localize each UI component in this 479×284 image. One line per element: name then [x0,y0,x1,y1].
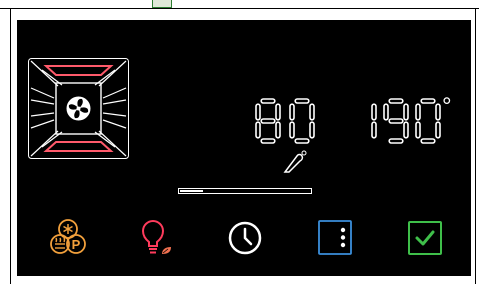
clock-icon [228,221,262,255]
right-border [475,8,476,284]
fan-heating-mode-icon [28,58,129,159]
fan-grill-pizza-functions-icon: P [50,219,86,254]
digit-segment [260,118,276,124]
digit-segment [371,103,377,121]
oven-control-panel: 80 190 ° [17,20,471,276]
digit-segment [275,121,281,139]
current-temperature-display [255,98,315,144]
digit-segment [309,103,315,121]
digit-segment [435,103,441,121]
digit-segment [403,121,409,139]
oven-mode-display[interactable] [28,58,129,159]
digit-segment [415,103,421,121]
top-border [0,8,479,9]
digit-segment [255,121,261,139]
top-tab-indicator [152,0,172,8]
digit-segment [420,138,436,144]
digit-segment [294,98,310,104]
progress-fill [180,190,203,192]
digit-segment [289,103,295,121]
digit-segment [388,138,404,144]
functions-button[interactable]: P [49,218,86,258]
digit-segment [309,121,315,139]
digit-segment [275,103,281,121]
digit-segment [415,121,421,139]
progress-bar [178,188,312,194]
target-temperature-display[interactable] [369,97,441,147]
oven-light-icon [141,219,171,254]
digit-segment [388,98,404,104]
door-menu-button[interactable] [315,218,352,258]
digit-segment [383,103,389,121]
digit-segment [435,121,441,139]
light-button[interactable] [135,218,171,258]
digit-segment [255,103,261,121]
door-menu-icon [318,220,352,255]
timer-button[interactable] [225,218,262,258]
checkbox-confirm-icon [408,221,442,255]
digit-segment [420,98,436,104]
digit-segment [388,118,404,124]
meat-probe-icon [283,148,313,179]
digit-segment [260,138,276,144]
left-border [10,8,11,284]
digit-segment [289,121,295,139]
digit-segment [260,98,276,104]
digit-segment [294,138,310,144]
digit-segment [403,103,409,121]
svg-text:P: P [72,237,81,252]
degree-symbol: ° [442,93,452,120]
digit-segment [371,121,377,139]
confirm-button[interactable] [405,218,442,258]
